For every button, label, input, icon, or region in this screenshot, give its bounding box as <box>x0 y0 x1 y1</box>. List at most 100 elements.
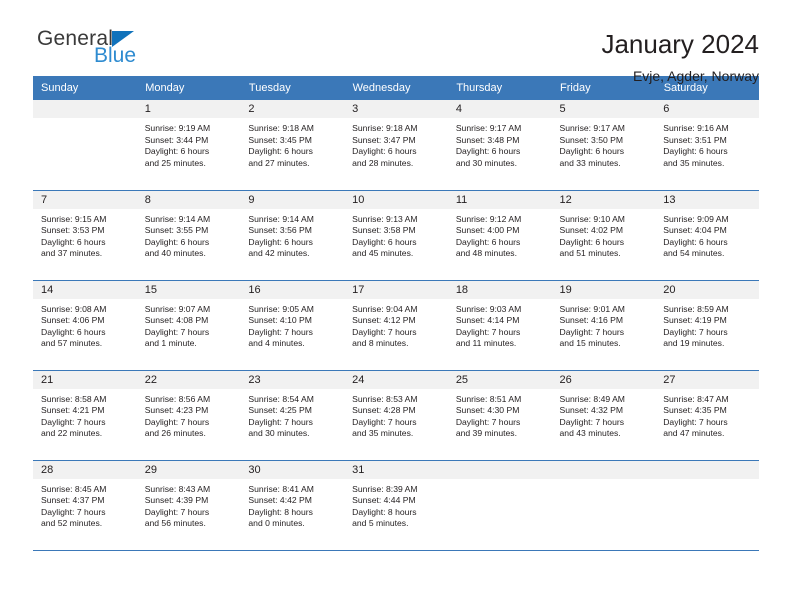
sunset-time: Sunset: 3:47 PM <box>352 134 416 145</box>
calendar-day-cell[interactable]: 9 Sunrise: 9:14 AM Sunset: 3:56 PM Daylight… <box>240 190 345 281</box>
day-number: 6 <box>655 100 759 118</box>
calendar-day-cell[interactable]: 7 Sunrise: 9:15 AM Sunset: 3:53 PM Daylight… <box>33 190 137 281</box>
sunrise-time: Sunrise: 9:05 AM <box>248 303 314 314</box>
brand-logo[interactable]: General Blue <box>33 28 233 67</box>
calendar-day-cell[interactable]: 24 Sunrise: 8:53 AM Sunset: 4:28 PM Dayligh… <box>344 370 448 461</box>
calendar-day-cell[interactable]: 10 Sunrise: 9:13 AM Sunset: 3:58 PM Dayligh… <box>344 190 448 281</box>
calendar-page: General Blue January 2024 Evje, Agder, N… <box>0 0 792 612</box>
sunset-time: Sunset: 4:21 PM <box>41 405 105 416</box>
daylight-duration-line2: and 39 minutes. <box>455 428 517 439</box>
day-details: Sunrise: 9:19 AM Sunset: 3:44 PM Daylight:… <box>137 118 241 169</box>
daylight-duration-line1: Daylight: 6 hours <box>663 236 728 247</box>
calendar-day-cell[interactable]: 17 Sunrise: 9:04 AM Sunset: 4:12 PM Dayligh… <box>344 280 448 371</box>
day-number <box>447 460 552 479</box>
daylight-duration-line1: Daylight: 7 hours <box>41 416 106 427</box>
sunset-time: Sunset: 3:58 PM <box>352 225 416 236</box>
daylight-duration-line2: and 8 minutes. <box>352 338 409 349</box>
sunrise-time: Sunrise: 9:04 AM <box>352 303 418 314</box>
calendar-day-cell[interactable]: 11 Sunrise: 9:12 AM Sunset: 4:00 PM Dayligh… <box>447 190 552 281</box>
calendar-day-cell-empty <box>655 460 759 551</box>
day-number: 30 <box>240 460 345 479</box>
calendar-day-cell[interactable]: 22 Sunrise: 8:56 AM Sunset: 4:23 PM Dayligh… <box>136 370 241 461</box>
day-details: Sunrise: 8:41 AM Sunset: 4:42 PM Daylight:… <box>240 479 344 530</box>
day-number: 10 <box>344 190 448 209</box>
sunrise-time: Sunrise: 8:59 AM <box>663 303 729 314</box>
sunset-time: Sunset: 4:30 PM <box>455 405 520 416</box>
day-number <box>551 460 656 479</box>
daylight-duration-line1: Daylight: 7 hours <box>144 326 210 337</box>
day-number: 14 <box>33 280 137 299</box>
daylight-duration-line1: Daylight: 7 hours <box>455 416 521 427</box>
day-details: Sunrise: 9:09 AM Sunset: 4:04 PM Daylight:… <box>655 209 759 260</box>
sunset-time: Sunset: 4:08 PM <box>144 315 209 326</box>
daylight-duration-line2: and 45 minutes. <box>352 248 414 259</box>
daylight-duration-line1: Daylight: 6 hours <box>144 236 210 247</box>
calendar-day-cell[interactable]: 14 Sunrise: 9:08 AM Sunset: 4:06 PM Dayligh… <box>33 280 137 371</box>
calendar-day-cell[interactable]: 6 Sunrise: 9:16 AM Sunset: 3:51 PM Daylight… <box>655 100 759 191</box>
day-number: 3 <box>344 100 448 118</box>
calendar-day-cell[interactable]: 12 Sunrise: 9:10 AM Sunset: 4:02 PM Dayligh… <box>551 190 656 281</box>
day-number: 18 <box>447 280 552 299</box>
sunset-time: Sunset: 4:42 PM <box>248 495 312 506</box>
calendar-day-cell[interactable]: 3 Sunrise: 9:18 AM Sunset: 3:47 PM Daylight… <box>344 100 448 191</box>
calendar-day-cell[interactable]: 29 Sunrise: 8:43 AM Sunset: 4:39 PM Dayligh… <box>136 460 241 551</box>
calendar-day-cell[interactable]: 20 Sunrise: 8:59 AM Sunset: 4:19 PM Dayligh… <box>655 280 759 371</box>
calendar-day-cell[interactable]: 4 Sunrise: 9:17 AM Sunset: 3:48 PM Daylight… <box>447 100 552 191</box>
daylight-duration-line2: and 40 minutes. <box>144 248 206 259</box>
calendar-day-cell[interactable]: 18 Sunrise: 9:03 AM Sunset: 4:14 PM Dayligh… <box>447 280 552 371</box>
sunset-time: Sunset: 4:28 PM <box>352 405 416 416</box>
sunrise-time: Sunrise: 8:51 AM <box>455 393 522 404</box>
calendar-day-cell[interactable]: 13 Sunrise: 9:09 AM Sunset: 4:04 PM Dayligh… <box>655 190 759 281</box>
calendar-day-cell[interactable]: 30 Sunrise: 8:41 AM Sunset: 4:42 PM Dayligh… <box>240 460 345 551</box>
day-details: Sunrise: 9:14 AM Sunset: 3:56 PM Daylight:… <box>240 209 344 260</box>
daylight-duration-line1: Daylight: 6 hours <box>663 146 728 157</box>
day-details: Sunrise: 9:18 AM Sunset: 3:45 PM Daylight:… <box>240 118 344 169</box>
calendar-day-cell[interactable]: 23 Sunrise: 8:54 AM Sunset: 4:25 PM Dayligh… <box>240 370 345 461</box>
calendar-day-cell[interactable]: 28 Sunrise: 8:45 AM Sunset: 4:37 PM Dayligh… <box>33 460 137 551</box>
calendar-week-row: 21 Sunrise: 8:58 AM Sunset: 4:21 PM Dayligh… <box>33 370 759 461</box>
daylight-duration-line1: Daylight: 6 hours <box>455 236 521 247</box>
daylight-duration-line2: and 51 minutes. <box>559 248 621 259</box>
daylight-duration-line2: and 4 minutes. <box>248 338 305 349</box>
sunset-time: Sunset: 3:55 PM <box>144 225 209 236</box>
calendar-day-cell[interactable]: 1 Sunrise: 9:19 AM Sunset: 3:44 PM Daylight… <box>136 100 241 191</box>
weekday-header-thursday: Thursday <box>447 76 553 100</box>
calendar-day-cell[interactable]: 25 Sunrise: 8:51 AM Sunset: 4:30 PM Dayligh… <box>447 370 552 461</box>
daylight-duration-line2: and 48 minutes. <box>455 248 517 259</box>
day-details: Sunrise: 8:56 AM Sunset: 4:23 PM Daylight:… <box>137 389 241 440</box>
day-details: Sunrise: 8:47 AM Sunset: 4:35 PM Daylight:… <box>655 389 759 440</box>
weekday-header-monday: Monday <box>136 76 241 100</box>
calendar-day-cell[interactable]: 2 Sunrise: 9:18 AM Sunset: 3:45 PM Daylight… <box>240 100 345 191</box>
daylight-duration-line2: and 30 minutes. <box>455 157 517 168</box>
calendar-day-cell[interactable]: 31 Sunrise: 8:39 AM Sunset: 4:44 PM Dayligh… <box>344 460 448 551</box>
calendar-day-cell[interactable]: 8 Sunrise: 9:14 AM Sunset: 3:55 PM Daylight… <box>136 190 241 281</box>
calendar-day-cell[interactable]: 19 Sunrise: 9:01 AM Sunset: 4:16 PM Dayligh… <box>551 280 656 371</box>
calendar-day-cell[interactable]: 21 Sunrise: 8:58 AM Sunset: 4:21 PM Dayligh… <box>33 370 137 461</box>
day-details: Sunrise: 9:12 AM Sunset: 4:00 PM Daylight:… <box>448 209 552 260</box>
calendar-day-cell-empty <box>551 460 656 551</box>
page-header: General Blue January 2024 Evje, Agder, N… <box>33 0 759 85</box>
day-details: Sunrise: 9:04 AM Sunset: 4:12 PM Daylight:… <box>344 299 448 350</box>
calendar-day-cell[interactable]: 16 Sunrise: 9:05 AM Sunset: 4:10 PM Dayligh… <box>240 280 345 371</box>
calendar-day-cell[interactable]: 27 Sunrise: 8:47 AM Sunset: 4:35 PM Dayligh… <box>655 370 759 461</box>
daylight-duration-line2: and 22 minutes. <box>41 428 103 439</box>
day-number: 20 <box>655 280 759 299</box>
sunset-time: Sunset: 4:25 PM <box>248 405 312 416</box>
calendar-day-cell[interactable]: 5 Sunrise: 9:17 AM Sunset: 3:50 PM Daylight… <box>551 100 656 191</box>
sunset-time: Sunset: 3:45 PM <box>248 134 312 145</box>
sunrise-time: Sunrise: 9:08 AM <box>41 303 107 314</box>
daylight-duration-line2: and 56 minutes. <box>144 518 206 529</box>
sunrise-time: Sunrise: 9:14 AM <box>248 213 314 224</box>
day-details: Sunrise: 9:03 AM Sunset: 4:14 PM Daylight:… <box>448 299 552 350</box>
calendar-body: 1 Sunrise: 9:19 AM Sunset: 3:44 PM Daylight… <box>33 100 759 551</box>
day-details: Sunrise: 8:49 AM Sunset: 4:32 PM Daylight:… <box>552 389 656 440</box>
calendar-day-cell[interactable]: 26 Sunrise: 8:49 AM Sunset: 4:32 PM Dayligh… <box>551 370 656 461</box>
day-number: 16 <box>240 280 345 299</box>
daylight-duration-line2: and 35 minutes. <box>663 157 725 168</box>
day-details: Sunrise: 8:45 AM Sunset: 4:37 PM Daylight:… <box>33 479 137 530</box>
day-details: Sunrise: 9:15 AM Sunset: 3:53 PM Daylight:… <box>33 209 137 260</box>
daylight-duration-line1: Daylight: 7 hours <box>663 326 728 337</box>
daylight-duration-line2: and 19 minutes. <box>663 338 725 349</box>
daylight-duration-line2: and 25 minutes. <box>144 157 206 168</box>
calendar-day-cell[interactable]: 15 Sunrise: 9:07 AM Sunset: 4:08 PM Dayligh… <box>136 280 241 371</box>
